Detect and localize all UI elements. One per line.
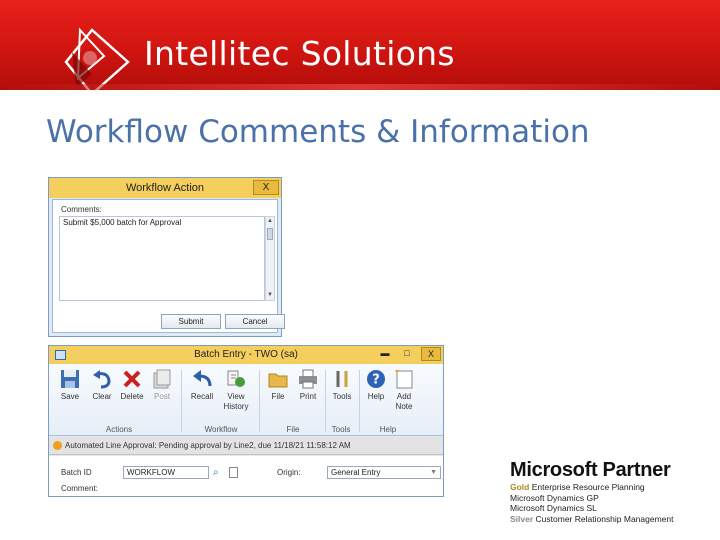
note-icon <box>395 370 413 389</box>
intellitec-logo-icon <box>64 27 130 90</box>
dialog-close-button[interactable]: X <box>253 180 279 195</box>
tools-icon <box>336 371 348 387</box>
workflow-action-dialog: Workflow Action X Comments: Submit $5,00… <box>48 177 285 337</box>
window-titlebar: Batch Entry - TWO (sa) ▬ □ X <box>49 346 443 364</box>
page-title: Workflow Comments & Information <box>46 114 590 150</box>
help-icon: ? <box>367 370 385 388</box>
maximize-button[interactable]: □ <box>397 347 417 361</box>
help-button[interactable]: ? Help <box>361 368 391 402</box>
svg-text:?: ? <box>372 373 380 388</box>
scroll-down-icon[interactable]: ▼ <box>266 291 274 300</box>
ribbon-separator <box>259 370 260 432</box>
comments-label: Comments: <box>61 205 102 214</box>
batch-entry-window: Batch Entry - TWO (sa) ▬ □ X Save Clear … <box>48 345 444 497</box>
clear-button[interactable]: Clear <box>87 368 117 402</box>
group-label-tools: Tools <box>331 425 351 434</box>
printer-icon <box>299 369 317 389</box>
workflow-status-bar: Automated Line Approval: Pending approva… <box>49 437 443 455</box>
print-button[interactable]: Print <box>293 368 323 402</box>
undo-icon <box>93 370 111 389</box>
post-icon <box>153 369 171 389</box>
dialog-body: Comments: Submit $5,000 batch for Approv… <box>52 199 285 333</box>
save-icon <box>61 370 79 388</box>
lookup-icon[interactable]: ⌕ <box>213 466 225 479</box>
banner-streak <box>0 84 720 90</box>
recall-button[interactable]: Recall <box>187 368 217 402</box>
comments-scrollbar[interactable]: ▲ ▼ <box>265 216 275 301</box>
partner-gp-line: Microsoft Dynamics GP <box>510 492 599 503</box>
scroll-thumb[interactable] <box>267 228 273 240</box>
brand-name: Intellitec Solutions <box>144 34 455 73</box>
gold-tier-label: Gold <box>510 482 530 492</box>
folder-icon <box>268 373 288 388</box>
delete-button[interactable]: Delete <box>117 368 147 402</box>
dialog-title: Workflow Action <box>49 178 281 198</box>
view-history-button[interactable]: View History <box>219 368 253 412</box>
header-banner: Intellitec Solutions <box>0 0 720 90</box>
origin-dropdown[interactable]: General Entry ▼ <box>327 466 441 479</box>
delete-x-icon <box>123 370 141 388</box>
submit-button[interactable]: Submit <box>161 314 221 329</box>
comments-textarea[interactable]: Submit $5,000 batch for Approval <box>59 216 265 301</box>
origin-label: Origin: <box>277 468 301 477</box>
partner-sl-line: Microsoft Dynamics SL <box>510 503 597 513</box>
window-close-button[interactable]: X <box>421 347 441 361</box>
ribbon: Save Clear Delete Post Recall View Histo… <box>49 364 443 436</box>
gold-competency: Enterprise Resource Planning <box>531 482 645 492</box>
post-button[interactable]: Post <box>147 368 177 402</box>
recall-arrow-icon <box>193 370 212 387</box>
doc-icon[interactable] <box>229 467 238 478</box>
file-button[interactable]: File <box>263 368 293 402</box>
group-label-actions: Actions <box>105 425 133 434</box>
cancel-button[interactable]: Cancel <box>225 314 285 329</box>
group-label-file: File <box>286 425 300 434</box>
tools-button[interactable]: Tools <box>327 368 357 402</box>
chevron-down-icon: ▼ <box>430 469 437 476</box>
microsoft-partner-logo: Microsoft Partner Gold Enterprise Resour… <box>510 458 715 524</box>
group-label-workflow: Workflow <box>204 425 238 434</box>
group-label-help: Help <box>379 425 397 434</box>
partner-silver-line: Silver Customer Relationship Management <box>510 514 715 525</box>
history-icon <box>227 370 245 387</box>
silver-competency: Customer Relationship Management <box>535 513 674 524</box>
add-note-button[interactable]: Add Note <box>389 368 419 412</box>
warning-icon <box>53 441 62 450</box>
minimize-button[interactable]: ▬ <box>375 347 395 361</box>
silver-tier-label: Silver <box>510 513 534 524</box>
scroll-up-icon[interactable]: ▲ <box>266 217 274 226</box>
partner-gold-line: Gold Enterprise Resource Planning <box>510 482 715 493</box>
origin-value: General Entry <box>331 468 381 477</box>
batch-form: Batch ID WORKFLOW ⌕ Origin: General Entr… <box>49 456 443 496</box>
batch-id-label: Batch ID <box>61 468 92 477</box>
save-button[interactable]: Save <box>55 368 85 402</box>
partner-title: Microsoft Partner <box>510 459 671 481</box>
ribbon-separator <box>359 370 360 432</box>
comment-label: Comment: <box>61 484 98 493</box>
batch-id-field[interactable]: WORKFLOW <box>123 466 209 479</box>
workflow-status-text: Automated Line Approval: Pending approva… <box>65 441 351 450</box>
ribbon-separator <box>181 370 182 432</box>
ribbon-separator <box>325 370 326 432</box>
